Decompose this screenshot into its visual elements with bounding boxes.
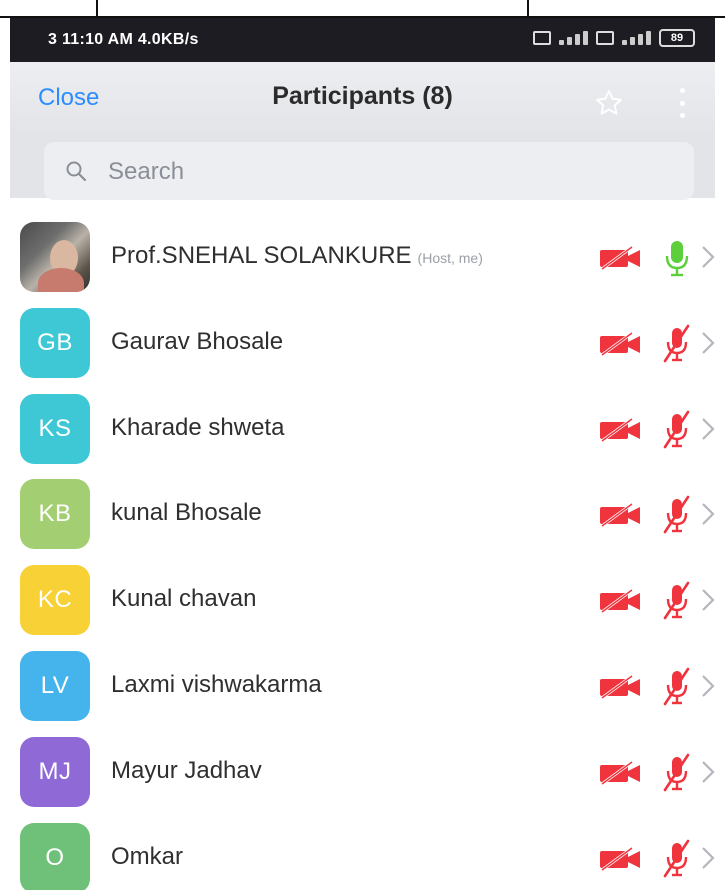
- chevron-right-icon[interactable]: [700, 416, 716, 447]
- chevron-right-icon[interactable]: [700, 244, 716, 275]
- video-off-icon: [598, 588, 642, 618]
- participant-name: Omkar: [111, 843, 183, 871]
- header: Close Participants (8): [10, 62, 715, 136]
- chevron-right-icon[interactable]: [700, 330, 716, 361]
- mic-on-icon: [662, 238, 692, 283]
- participant-name-text: Kunal chavan: [111, 585, 257, 613]
- divider: [527, 0, 529, 18]
- divider: [96, 0, 98, 18]
- video-off-icon: [598, 417, 642, 447]
- mic-off-icon: [662, 495, 692, 540]
- avatar-photo: [20, 222, 90, 292]
- status-time: 3 11:10 AM 4.0KB/s: [48, 31, 199, 48]
- video-off-icon: [598, 846, 642, 876]
- participant-list: Prof.SNEHAL SOLANKURE (Host, me) GB Gaurav …: [0, 214, 725, 890]
- chevron-right-icon[interactable]: [700, 845, 716, 876]
- avatar-initials: MJ: [38, 757, 72, 785]
- participant-name-text: Omkar: [111, 842, 183, 870]
- participant-name: Laxmi vishwakarma: [111, 671, 322, 699]
- participant-name-text: Mayur Jadhav: [111, 756, 262, 784]
- avatar: MJ: [20, 736, 90, 807]
- participant-row[interactable]: O Omkar: [0, 815, 725, 890]
- participant-name: Mayur Jadhav: [111, 757, 262, 785]
- avatar: KS: [20, 393, 90, 464]
- mic-off-icon: [662, 410, 692, 455]
- signal-icon: [622, 31, 651, 45]
- video-off-icon: [598, 245, 642, 275]
- mic-off-icon: [662, 753, 692, 798]
- participant-name-text: Laxmi vishwakarma: [111, 670, 322, 698]
- video-off-icon: [598, 331, 642, 361]
- chevron-right-icon[interactable]: [700, 501, 716, 532]
- network-icon: [596, 31, 614, 45]
- search-icon: [64, 159, 88, 188]
- battery-icon: 89: [659, 29, 695, 47]
- avatar: O: [20, 822, 90, 890]
- status-bar: 3 11:10 AM 4.0KB/s 89: [10, 18, 715, 62]
- avatar: KB: [20, 479, 90, 550]
- mic-off-icon: [662, 324, 692, 369]
- signal-icon: [559, 31, 588, 45]
- avatar-initials: KC: [37, 586, 73, 614]
- mic-off-icon: [662, 581, 692, 626]
- top-border-strip: [0, 0, 725, 18]
- chevron-right-icon[interactable]: [700, 587, 716, 618]
- star-icon[interactable]: [594, 88, 624, 123]
- avatar-initials: GB: [37, 328, 73, 356]
- participant-row[interactable]: MJ Mayur Jadhav: [0, 729, 725, 815]
- search-input[interactable]: Search: [44, 142, 694, 200]
- avatar-initials: KB: [38, 500, 72, 528]
- video-off-icon: [598, 503, 642, 532]
- video-off-icon: [598, 760, 642, 790]
- avatar: GB: [20, 307, 90, 378]
- search-bar: Search: [10, 136, 715, 200]
- participant-name: Kunal chavan: [111, 585, 256, 613]
- participant-name-text: kunal Bhosale: [111, 499, 262, 527]
- status-indicators: 89: [533, 29, 695, 47]
- participant-name: kunal Bhosale: [111, 499, 262, 527]
- avatar-initials: LV: [40, 671, 70, 699]
- video-off-icon: [598, 674, 642, 704]
- more-vertical-icon[interactable]: [678, 88, 686, 118]
- participant-name: Kharade shweta: [111, 414, 284, 442]
- mic-off-icon: [662, 839, 692, 884]
- search-placeholder: Search: [108, 158, 185, 185]
- participant-row[interactable]: KC Kunal chavan: [0, 557, 725, 643]
- notification-icon: [533, 31, 551, 45]
- participant-name-text: Gaurav Bhosale: [111, 327, 284, 355]
- avatar: LV: [20, 650, 90, 721]
- avatar-initials: KS: [38, 414, 72, 442]
- participant-row[interactable]: LV Laxmi vishwakarma: [0, 643, 725, 729]
- participant-name: Prof.SNEHAL SOLANKURE (Host, me): [111, 242, 483, 270]
- participant-role: (Host, me): [417, 250, 483, 266]
- participant-row[interactable]: KS Kharade shweta: [0, 386, 725, 472]
- participant-name: Gaurav Bhosale: [111, 328, 283, 356]
- participant-name-text: Kharade shweta: [111, 413, 285, 441]
- participant-row[interactable]: KB kunal Bhosale: [0, 471, 725, 557]
- avatar: KC: [20, 565, 90, 636]
- participant-row[interactable]: Prof.SNEHAL SOLANKURE (Host, me): [0, 214, 725, 300]
- mic-off-icon: [662, 667, 692, 712]
- avatar-initials: O: [45, 843, 65, 871]
- chevron-right-icon[interactable]: [700, 673, 716, 704]
- participant-name-text: Prof.SNEHAL SOLANKURE: [111, 242, 412, 269]
- chevron-right-icon[interactable]: [700, 759, 716, 790]
- participant-row[interactable]: GB Gaurav Bhosale: [0, 300, 725, 386]
